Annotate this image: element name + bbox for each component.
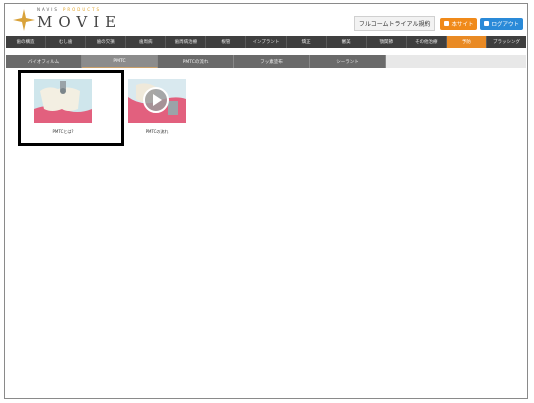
main-nav-item[interactable]: 歯周病 — [126, 36, 167, 48]
main-nav-item[interactable]: ブラッシング — [487, 36, 526, 48]
main-nav-item[interactable]: 予防 — [446, 36, 487, 48]
video-thumbnail-image — [128, 79, 186, 123]
logo-title: MOVIE — [37, 13, 123, 31]
video-caption: PMTCの流れ — [145, 129, 169, 134]
play-icon[interactable] — [143, 87, 169, 113]
sub-nav-item[interactable]: フッ素塗布 — [234, 55, 310, 68]
logout-button[interactable]: ログアウト — [480, 17, 523, 30]
logo-top-text: NAVIS — [37, 7, 59, 12]
main-nav-item[interactable]: 矯正 — [287, 36, 327, 48]
sub-nav-item[interactable]: PMTCの流れ — [158, 55, 234, 68]
main-nav-item[interactable]: 根管 — [206, 36, 247, 48]
sub-nav-item[interactable]: シーラント — [310, 55, 386, 68]
app-window: NAVIS PRODUCTS MOVIE フルコームトライアル規約 本サイト ログ… — [4, 3, 528, 399]
star-logo-icon — [13, 9, 35, 31]
main-nav-item[interactable]: 歯の構造 — [6, 36, 47, 48]
trial-terms-link[interactable]: フルコームトライアル規約 — [353, 16, 436, 31]
logout-label: ログアウト — [491, 21, 519, 28]
sub-nav-item[interactable]: PMTC — [82, 55, 158, 68]
main-site-label: 本サイト — [451, 21, 474, 28]
sub-nav-filler — [386, 55, 526, 68]
window-icon — [444, 21, 450, 26]
movie-logo[interactable]: NAVIS PRODUCTS MOVIE — [13, 7, 123, 33]
main-nav-item[interactable]: インプラント — [246, 36, 287, 48]
sub-nav-item[interactable]: バイオフィルム — [6, 55, 82, 68]
logo-sub-text: PRODUCTS — [62, 7, 102, 12]
video-thumb-pmtc-flow[interactable]: PMTCの流れ — [128, 79, 186, 135]
logout-icon — [484, 21, 490, 26]
main-nav-item[interactable]: むし歯 — [46, 36, 87, 48]
main-nav-item[interactable]: 審美 — [327, 36, 367, 48]
main-nav-item[interactable]: 顎関節 — [367, 36, 407, 48]
main-nav-item[interactable]: 歯の欠損 — [86, 36, 127, 48]
sub-category-nav: バイオフィルム PMTC PMTCの流れ フッ素塗布 シーラント — [6, 55, 526, 68]
selection-highlight — [18, 70, 124, 146]
main-category-nav: 歯の構造 むし歯 歯の欠損 歯周病 歯周病治療 根管 インプラント 矯正 審美 顎関節 その他治療予… — [6, 36, 526, 48]
header: NAVIS PRODUCTS MOVIE フルコームトライアル規約 本サイト ログ… — [5, 4, 527, 34]
main-nav-item[interactable]: 歯周病治療 — [166, 36, 207, 48]
header-actions: フルコームトライアル規約 本サイト ログアウト — [353, 16, 523, 31]
main-nav-item[interactable]: その他治療 — [407, 36, 447, 48]
main-site-button[interactable]: 本サイト — [440, 17, 478, 30]
